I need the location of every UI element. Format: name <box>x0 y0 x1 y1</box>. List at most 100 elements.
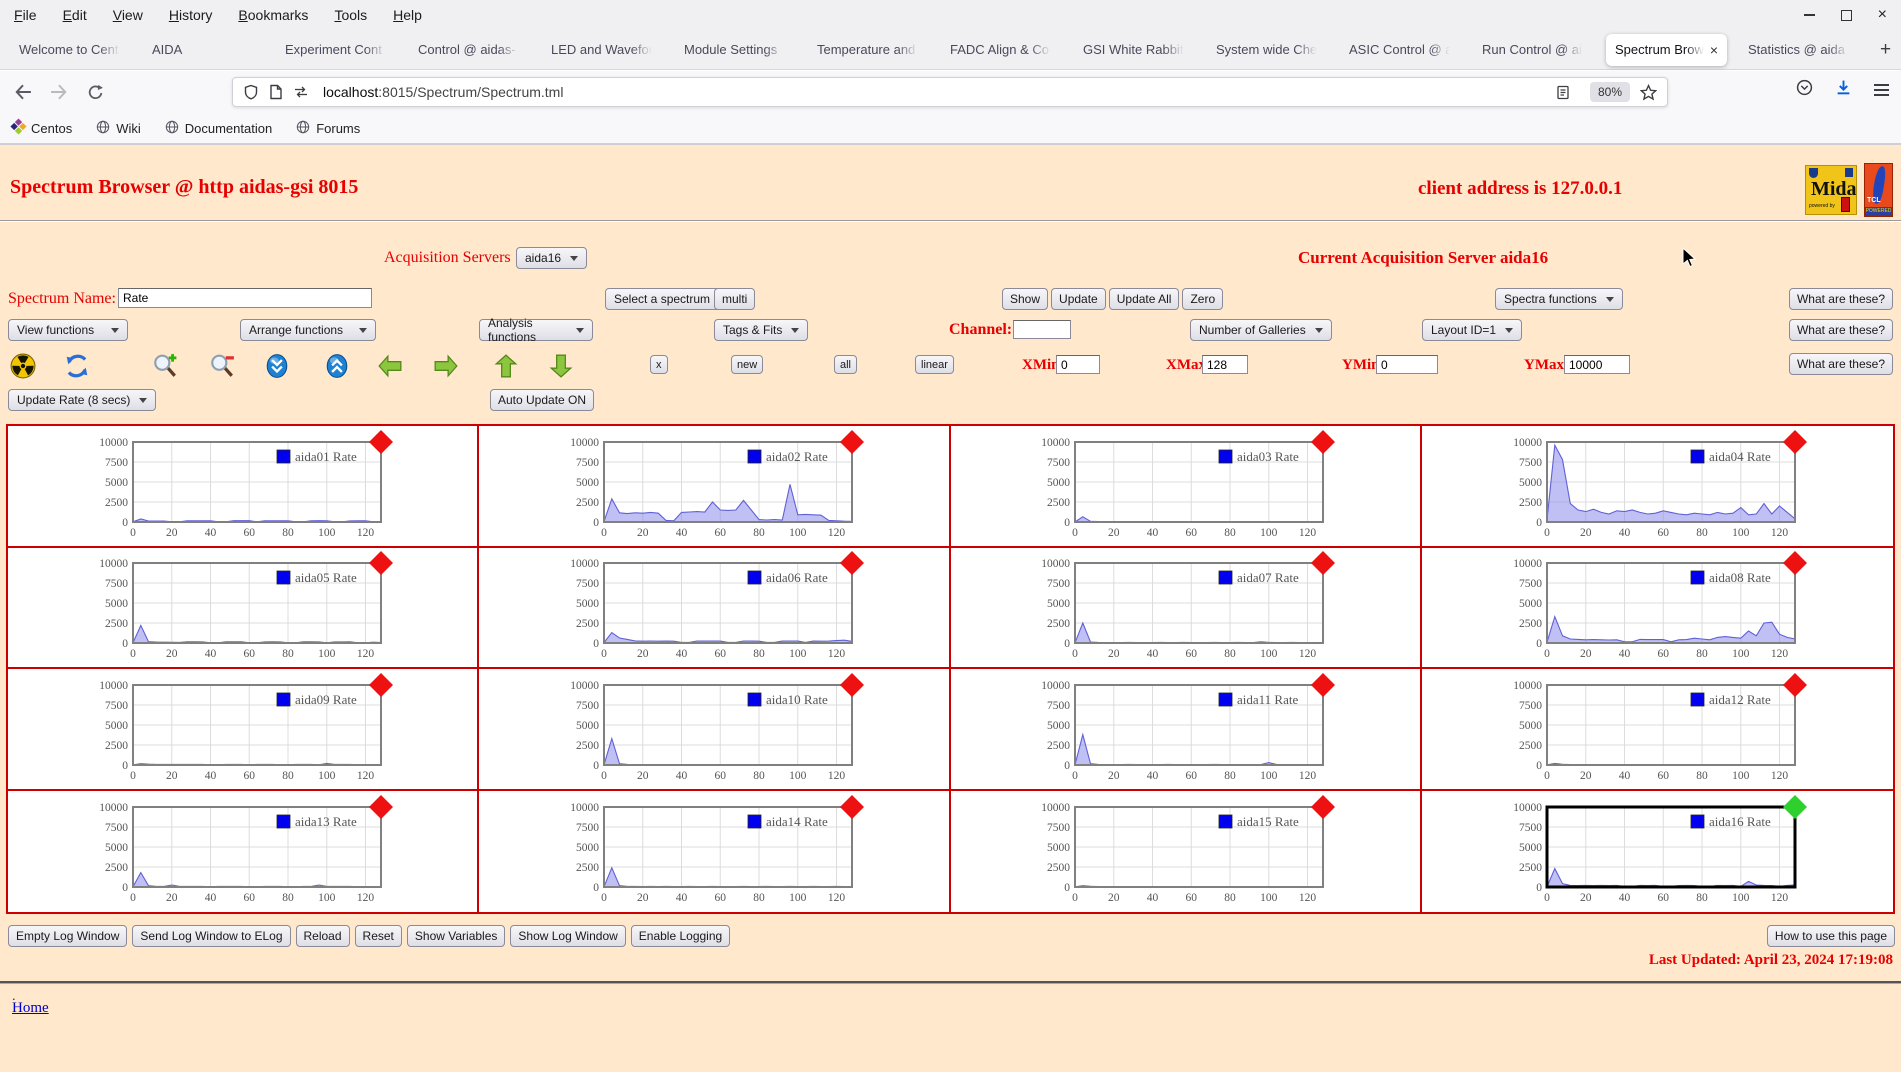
reload-button[interactable]: Reload <box>295 925 350 947</box>
multi-button[interactable]: multi <box>714 288 756 310</box>
update-button[interactable]: Update <box>1051 288 1106 310</box>
menu-help[interactable]: Help <box>393 7 422 23</box>
empty-log-window-button[interactable]: Empty Log Window <box>8 925 128 947</box>
bookmark-star-icon[interactable] <box>1640 83 1657 101</box>
tab-asic-control-a[interactable]: ASIC Control @ a <box>1340 30 1461 70</box>
spectrum-panel-aida06-rate[interactable]: 0 2500 5000 7500 10000 0 20 40 60 80 100 120 aida06 … <box>479 547 951 669</box>
spectrum-panel-aida13-rate[interactable]: 0 2500 5000 7500 10000 0 20 40 60 80 100 120 aida13 … <box>8 790 480 912</box>
refresh-icon[interactable] <box>64 353 90 379</box>
minimize-icon[interactable] <box>1803 14 1815 16</box>
spectrum-panel-aida15-rate[interactable]: 0 2500 5000 7500 10000 0 20 40 60 80 100 120 aida15 … <box>951 790 1422 912</box>
menu-edit[interactable]: Edit <box>63 7 87 23</box>
address-bar[interactable]: localhost:8015/Spectrum/Spectrum.tml 80% <box>232 77 1668 107</box>
move-down-icon[interactable] <box>548 353 574 379</box>
bookmark-documentation[interactable]: Documentation <box>165 120 272 137</box>
tab-temperature-and[interactable]: Temperature and <box>808 30 929 70</box>
layout-dropdown[interactable]: Layout ID=1 <box>1422 319 1523 341</box>
galleries-dropdown[interactable]: Number of Galleries <box>1190 319 1332 341</box>
tab-welcome-to-cent[interactable]: Welcome to Cent <box>10 30 131 70</box>
scroll-up-icon[interactable] <box>324 353 350 379</box>
spectrum-panel-aida01-rate[interactable]: 0 2500 5000 7500 10000 0 20 40 60 80 100 120 aida01 … <box>8 426 480 548</box>
permissions-icon[interactable] <box>293 85 309 99</box>
reset-button[interactable]: Reset <box>354 925 402 947</box>
spectrum-panel-aida16-rate[interactable]: 0 2500 5000 7500 10000 0 20 40 60 80 100 120 aida16 … <box>1422 791 1893 913</box>
move-up-icon[interactable] <box>493 353 519 379</box>
what-are-these-button-1[interactable]: What are these? <box>1788 288 1893 310</box>
downloads-icon[interactable] <box>1835 79 1852 101</box>
spectrum-panel-aida08-rate[interactable]: 0 2500 5000 7500 10000 0 20 40 60 80 100 120 aida08 … <box>1421 548 1893 669</box>
zoom-level-badge[interactable]: 80% <box>1589 82 1630 102</box>
spectrum-panel-aida12-rate[interactable]: 0 2500 5000 7500 10000 0 20 40 60 80 100 120 aida12 … <box>1421 669 1893 791</box>
show-variables-button[interactable]: Show Variables <box>406 925 506 947</box>
tab-fadc-align-co[interactable]: FADC Align & Co <box>941 30 1062 70</box>
spectrum-panel-aida02-rate[interactable]: 0 2500 5000 7500 10000 0 20 40 60 80 100 120 aida02 … <box>479 426 951 548</box>
bookmark-wiki[interactable]: Wiki <box>96 120 141 137</box>
new-tab-button[interactable]: + <box>1880 39 1891 61</box>
auto-update-button[interactable]: Auto Update ON <box>490 389 595 411</box>
pocket-icon[interactable] <box>1796 79 1813 101</box>
acquisition-server-select[interactable]: aida16 <box>516 247 588 269</box>
tab-aida[interactable]: AIDA <box>143 30 264 70</box>
how-to-use-button[interactable]: How to use this page <box>1766 925 1895 947</box>
tab-close-icon[interactable]: × <box>1710 42 1718 58</box>
home-link[interactable]: Home <box>12 1000 49 1017</box>
what-are-these-button-3[interactable]: What are these? <box>1788 353 1893 375</box>
maximize-icon[interactable] <box>1840 9 1852 21</box>
menu-tools[interactable]: Tools <box>334 7 367 23</box>
move-left-icon[interactable] <box>377 353 403 379</box>
tab-system-wide-che[interactable]: System wide Che <box>1207 30 1328 70</box>
tab-statistics-aida[interactable]: Statistics @ aida <box>1739 30 1860 70</box>
bookmark-forums[interactable]: Forums <box>296 120 360 137</box>
scroll-down-icon[interactable] <box>264 353 290 379</box>
spectrum-panel-aida03-rate[interactable]: 0 2500 5000 7500 10000 0 20 40 60 80 100 120 aida03 … <box>950 426 1422 548</box>
menu-bookmarks[interactable]: Bookmarks <box>238 7 308 23</box>
forward-icon[interactable] <box>46 79 72 105</box>
tab-led-and-wavefor[interactable]: LED and Wavefor <box>542 30 663 70</box>
back-icon[interactable] <box>10 79 36 105</box>
enable-logging-button[interactable]: Enable Logging <box>630 925 731 947</box>
show-log-window-button[interactable]: Show Log Window <box>510 925 626 947</box>
update-rate-dropdown[interactable]: Update Rate (8 secs) <box>8 389 157 411</box>
spectrum-name-input[interactable] <box>118 288 372 308</box>
bookmark-centos[interactable]: Centos <box>10 118 72 137</box>
zoom-out-icon[interactable] <box>209 353 235 379</box>
spectrum-panel-aida07-rate[interactable]: 0 2500 5000 7500 10000 0 20 40 60 80 100 120 aida07 … <box>950 547 1422 669</box>
show-button[interactable]: Show <box>1002 288 1049 310</box>
ymax-input[interactable] <box>1564 355 1630 374</box>
close-icon[interactable]: × <box>1878 7 1887 23</box>
spectrum-panel-aida10-rate[interactable]: 0 2500 5000 7500 10000 0 20 40 60 80 100 120 aida10 … <box>479 669 951 791</box>
radiation-icon[interactable] <box>10 353 36 379</box>
spectrum-panel-aida04-rate[interactable]: 0 2500 5000 7500 10000 0 20 40 60 80 100 120 aida04 … <box>1421 426 1893 548</box>
x-scale-button[interactable]: x <box>650 355 668 374</box>
xmin-input[interactable] <box>1056 355 1100 374</box>
tab-gsi-white-rabbit[interactable]: GSI White Rabbit <box>1074 30 1195 70</box>
update-all-button[interactable]: Update All <box>1108 288 1180 310</box>
zoom-in-icon[interactable] <box>152 353 178 379</box>
spectrum-panel-aida14-rate[interactable]: 0 2500 5000 7500 10000 0 20 40 60 80 100 120 aida14 … <box>479 790 951 912</box>
menu-hamburger-icon[interactable] <box>1874 84 1889 96</box>
xmax-input[interactable] <box>1202 355 1248 374</box>
move-right-icon[interactable] <box>433 353 459 379</box>
new-button[interactable]: new <box>731 355 764 374</box>
reader-mode-icon[interactable] <box>1556 85 1570 100</box>
all-button[interactable]: all <box>834 355 858 374</box>
ymin-input[interactable] <box>1376 355 1438 374</box>
tab-run-control-ai[interactable]: Run Control @ ai <box>1473 30 1594 70</box>
analysis-functions-dropdown[interactable]: Analysis functions <box>479 316 593 344</box>
view-functions-dropdown[interactable]: View functions <box>8 319 128 341</box>
shield-icon[interactable] <box>243 84 259 100</box>
menu-file[interactable]: File <box>14 7 37 23</box>
spectra-functions-dropdown[interactable]: Spectra functions <box>1495 288 1623 310</box>
tags-fits-dropdown[interactable]: Tags & Fits <box>714 319 809 341</box>
send-log-window-to-elog-button[interactable]: Send Log Window to ELog <box>132 925 291 947</box>
tab-spectrum-brow[interactable]: Spectrum Brow × <box>1606 33 1727 66</box>
channel-input[interactable] <box>1013 320 1071 339</box>
linear-button[interactable]: linear <box>915 355 954 374</box>
tab-control-aidas[interactable]: Control @ aidas- <box>409 30 530 70</box>
menu-history[interactable]: History <box>169 7 213 23</box>
tab-module-settings[interactable]: Module Settings <box>675 30 796 70</box>
zero-button[interactable]: Zero <box>1182 288 1224 310</box>
reload-icon[interactable] <box>82 79 108 105</box>
spectrum-panel-aida11-rate[interactable]: 0 2500 5000 7500 10000 0 20 40 60 80 100 120 aida11 … <box>950 669 1422 791</box>
spectrum-panel-aida05-rate[interactable]: 0 2500 5000 7500 10000 0 20 40 60 80 100 120 aida05 … <box>8 547 480 669</box>
